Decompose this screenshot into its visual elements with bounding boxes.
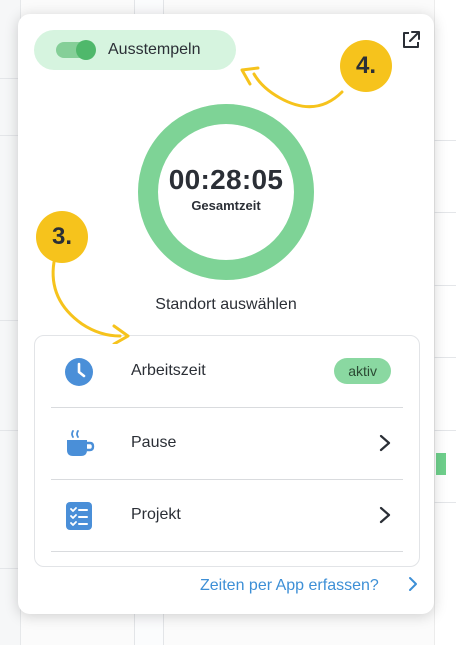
background-divider xyxy=(434,140,456,141)
status-badge: aktiv xyxy=(334,358,391,384)
timer-label: Gesamtzeit xyxy=(191,198,261,213)
timer-value: 00:28:05 xyxy=(168,164,284,195)
background-divider xyxy=(434,212,456,213)
background-divider xyxy=(434,285,456,286)
background-divider xyxy=(434,430,456,431)
external-link-icon[interactable] xyxy=(400,29,422,51)
app-tracking-link[interactable]: Zeiten per App erfassen? xyxy=(200,577,379,595)
coffee-cup-icon xyxy=(67,430,95,456)
list-item-label: Arbeitszeit xyxy=(131,362,206,379)
background-divider xyxy=(0,430,20,431)
list-item-projekt[interactable]: Projekt xyxy=(35,480,419,551)
list-item-pause[interactable]: Pause xyxy=(35,408,419,479)
annotation-arrow-4 xyxy=(240,66,344,109)
clock-icon xyxy=(65,358,93,386)
toggle-switch[interactable] xyxy=(56,40,96,60)
chevron-right-icon xyxy=(379,506,391,524)
background-divider xyxy=(0,568,20,569)
list-item-label: Pause xyxy=(131,434,177,451)
annotation-arrow-3 xyxy=(51,260,130,344)
step-badge-3: 3. xyxy=(36,211,88,263)
background-divider xyxy=(434,502,456,503)
activity-list: Arbeitszeit aktiv Pause Projekt xyxy=(34,335,420,567)
list-item-arbeitszeit[interactable]: Arbeitszeit aktiv xyxy=(35,336,419,407)
background-green-marker xyxy=(436,453,446,475)
background-divider xyxy=(0,320,20,321)
chevron-right-icon xyxy=(379,434,391,452)
background-divider xyxy=(0,135,20,136)
background-divider xyxy=(0,78,20,79)
toggle-knob xyxy=(76,40,96,60)
step-badge-4: 4. xyxy=(340,40,392,92)
background-divider xyxy=(434,357,456,358)
background-right-panel xyxy=(434,0,456,645)
chevron-right-icon[interactable] xyxy=(408,576,418,592)
list-divider xyxy=(51,551,403,552)
list-item-label: Projekt xyxy=(131,506,181,523)
clock-out-toggle[interactable]: Ausstempeln xyxy=(34,30,236,70)
toggle-label: Ausstempeln xyxy=(108,41,201,58)
checklist-icon xyxy=(66,502,92,530)
